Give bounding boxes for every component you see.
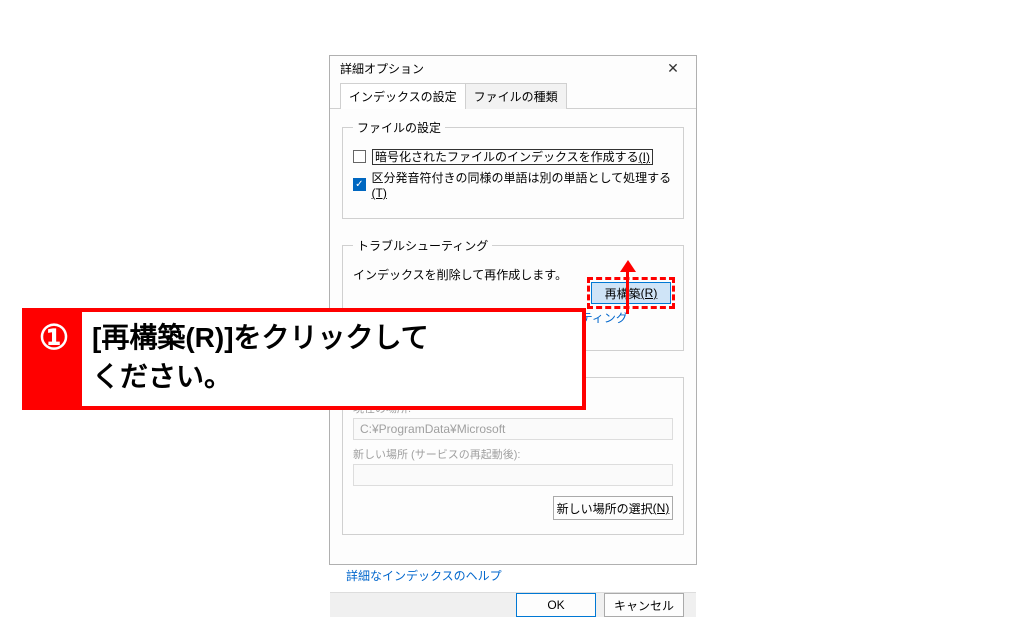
encrypt-label: 暗号化されたファイルのインデックスを作成する(I)	[372, 148, 653, 165]
tabstrip: インデックスの設定 ファイルの種類	[330, 80, 696, 109]
select-new-location-button[interactable]: 新しい場所の選択(N)	[553, 496, 673, 520]
tab-index-settings[interactable]: インデックスの設定	[340, 83, 466, 109]
encrypt-checkbox[interactable]	[353, 150, 366, 163]
encrypt-checkbox-row[interactable]: 暗号化されたファイルのインデックスを作成する(I)	[353, 148, 673, 165]
troubleshoot-legend: トラブルシューティング	[353, 237, 492, 254]
annotation-arrow-head	[620, 260, 636, 272]
cancel-button[interactable]: キャンセル	[604, 593, 684, 617]
instruction-overlay: ① [再構築(R)]をクリックして ください。	[22, 308, 586, 410]
dialog-buttons: OK キャンセル	[330, 592, 696, 617]
dialog-title: 詳細オプション	[340, 60, 658, 77]
new-location-label: 新しい場所 (サービスの再起動後):	[353, 446, 673, 462]
diacritic-label: 区分発音符付きの同様の単語は別の単語として処理する(T)	[372, 169, 673, 200]
current-location-value: C:¥ProgramData¥Microsoft	[353, 418, 673, 440]
ok-button[interactable]: OK	[516, 593, 596, 617]
rebuild-button[interactable]: 再構築(R)	[591, 282, 671, 304]
close-icon[interactable]: ✕	[658, 56, 688, 80]
instruction-text: [再構築(R)]をクリックして ください。	[82, 312, 582, 402]
diacritic-checkbox[interactable]: ✓	[353, 178, 366, 191]
file-settings-legend: ファイルの設定	[353, 119, 445, 136]
tab-file-types[interactable]: ファイルの種類	[466, 83, 567, 109]
new-location-value	[353, 464, 673, 486]
file-settings-group: ファイルの設定 暗号化されたファイルのインデックスを作成する(I) ✓ 区分発音…	[342, 119, 684, 219]
instruction-number: ①	[26, 312, 82, 406]
titlebar: 詳細オプション ✕	[330, 56, 696, 80]
diacritic-checkbox-row[interactable]: ✓ 区分発音符付きの同様の単語は別の単語として処理する(T)	[353, 169, 673, 200]
annotation-arrow-shaft	[626, 268, 629, 314]
